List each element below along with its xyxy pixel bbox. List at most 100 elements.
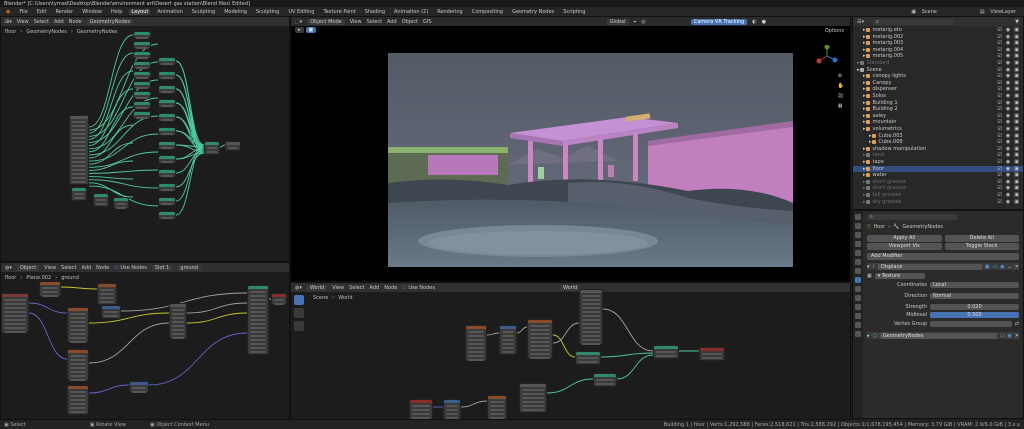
checkbox-icon[interactable]: ☑: [997, 126, 1001, 132]
proportional-edit-icon[interactable]: ◎: [641, 19, 645, 25]
node[interactable]: [225, 141, 241, 151]
viewlayer-selector[interactable]: ▤ ViewLayer: [976, 9, 1020, 15]
data-tab-icon[interactable]: [855, 313, 861, 319]
node[interactable]: [93, 193, 109, 207]
node[interactable]: [67, 349, 89, 381]
particles-tab-icon[interactable]: [855, 286, 861, 292]
strength-field[interactable]: 0.020: [930, 303, 1019, 310]
eye-icon[interactable]: ◉: [1006, 40, 1010, 46]
menu-render[interactable]: Render: [53, 9, 75, 15]
vp-menu-add[interactable]: Add: [387, 19, 397, 25]
node[interactable]: [158, 211, 176, 220]
checkbox-icon[interactable]: ☑: [997, 185, 1001, 191]
checkbox-icon[interactable]: ☑: [997, 86, 1001, 92]
shading-icon[interactable]: ●: [762, 19, 766, 25]
camera-icon[interactable]: ▣: [1014, 185, 1019, 191]
invert-icon[interactable]: ⇄: [1015, 321, 1019, 327]
perspective-icon[interactable]: ▦: [838, 103, 844, 109]
3d-viewport[interactable]: ⬚▾ Object Mode View Select Add Object GI…: [290, 16, 851, 282]
filter-icon[interactable]: ▼: [1015, 19, 1019, 25]
props-search-input[interactable]: ⌕: [867, 213, 957, 220]
edit-mode-icon[interactable]: ▣: [985, 264, 990, 270]
scene-selector[interactable]: ▣ Scene: [907, 9, 941, 15]
midlevel-field[interactable]: 0.500: [930, 311, 1019, 318]
checkbox-icon[interactable]: ☑: [997, 93, 1001, 99]
eye-icon[interactable]: ◉: [1006, 159, 1010, 165]
node[interactable]: [133, 41, 151, 49]
tab-texture-paint[interactable]: Texture Paint: [321, 9, 357, 15]
node[interactable]: [204, 141, 220, 155]
camera-icon[interactable]: ▣: [1014, 152, 1019, 158]
outliner-search-input[interactable]: ⌕: [873, 18, 953, 25]
outliner-item[interactable]: ▸ tall grasses ☑ ◉ ▣: [853, 192, 1023, 198]
node[interactable]: [158, 99, 176, 108]
checkbox-icon[interactable]: ☑: [997, 179, 1001, 185]
eye-icon[interactable]: ◉: [1006, 166, 1010, 172]
node[interactable]: [575, 351, 601, 365]
zoom-icon[interactable]: ⊕: [838, 73, 844, 79]
eye-icon[interactable]: ◉: [1006, 192, 1010, 198]
outliner-item[interactable]: ▸ Building 2 ☑ ◉ ▣: [853, 106, 1023, 112]
node[interactable]: [133, 101, 151, 109]
checkbox-icon[interactable]: ☑: [997, 47, 1001, 53]
tab-shading[interactable]: Shading: [363, 9, 387, 15]
menu-help[interactable]: Help: [109, 9, 124, 15]
outliner-item[interactable]: ▸ Building 1 ☑ ◉ ▣: [853, 100, 1023, 106]
camera-icon[interactable]: ▣: [1014, 86, 1019, 92]
camera-icon[interactable]: ▣: [1014, 73, 1019, 79]
camera-icon[interactable]: ▣: [1014, 47, 1019, 53]
node[interactable]: [133, 91, 151, 99]
eye-icon[interactable]: ◉: [1006, 172, 1010, 178]
menu-window[interactable]: Window: [80, 9, 104, 15]
outliner-item[interactable]: ▸ Solos ☑ ◉ ▣: [853, 93, 1023, 99]
node[interactable]: [158, 85, 176, 94]
select-mode-icon[interactable]: ▣: [305, 27, 317, 33]
node[interactable]: [169, 303, 187, 339]
collapse-arrow-icon[interactable]: ▸: [867, 333, 870, 339]
eye-icon[interactable]: ◉: [1006, 34, 1010, 40]
camera-icon[interactable]: ▣: [1014, 146, 1019, 152]
tab-uv-editing[interactable]: UV Editing: [286, 9, 316, 15]
navigation-gizmo[interactable]: [816, 45, 838, 67]
node[interactable]: [133, 61, 151, 69]
node[interactable]: [101, 305, 121, 319]
node[interactable]: [158, 183, 176, 192]
tool-tab-icon[interactable]: [855, 214, 861, 220]
checkbox-icon[interactable]: ☑: [997, 146, 1001, 152]
world-tab-icon[interactable]: [855, 259, 861, 265]
outliner-item[interactable]: ▸ metarig.002 ☑ ◉ ▣: [853, 34, 1023, 40]
outliner-item[interactable]: ▸ dry grasses ☑ ◉ ▣: [853, 199, 1023, 205]
render-tab-icon[interactable]: [855, 223, 861, 229]
outliner-item[interactable]: ▸ short grasses ☑ ◉ ▣: [853, 179, 1023, 185]
node[interactable]: [71, 187, 87, 201]
checkbox-icon[interactable]: ☑: [997, 100, 1001, 106]
checkbox-icon[interactable]: ☑: [997, 53, 1001, 59]
eye-icon[interactable]: ◉: [1006, 146, 1010, 152]
add-modifier-button[interactable]: Add Modifier: [867, 253, 1019, 260]
camera-icon[interactable]: ▣: [1014, 106, 1019, 112]
node[interactable]: [247, 285, 269, 355]
node[interactable]: [69, 115, 89, 185]
camera-icon[interactable]: ▣: [1014, 100, 1019, 106]
physics-tab-icon[interactable]: [855, 295, 861, 301]
node[interactable]: [499, 325, 517, 355]
checkbox-icon[interactable]: ☑: [997, 106, 1001, 112]
blender-logo-icon[interactable]: ◉: [4, 9, 12, 15]
camera-icon[interactable]: ▣: [1014, 80, 1019, 86]
camera-icon[interactable]: ▣: [1014, 172, 1019, 178]
outliner-item[interactable]: ▸ metarig.eto ☑ ◉ ▣: [853, 27, 1023, 33]
node[interactable]: [465, 325, 487, 361]
material-tab-icon[interactable]: [855, 322, 861, 328]
checkbox-icon[interactable]: ☑: [997, 139, 1001, 145]
outliner-item[interactable]: ▸ water ☑ ◉ ▣: [853, 172, 1023, 178]
texture-field[interactable]: ▾ Texture: [874, 272, 925, 279]
checkbox-icon[interactable]: ☑: [997, 34, 1001, 40]
eye-icon[interactable]: ◉: [1006, 199, 1010, 205]
vp-menu-gis[interactable]: GIS: [423, 19, 432, 25]
outliner-item[interactable]: ▸ floor ☑ ◉ ▣: [853, 165, 1023, 172]
vp-menu-object[interactable]: Object: [402, 19, 418, 25]
outliner-item[interactable]: ▸ Standard ☑ ◉ ▣: [853, 60, 1023, 66]
checkbox-icon[interactable]: ☑: [997, 60, 1001, 66]
eye-icon[interactable]: ◉: [1006, 47, 1010, 53]
node[interactable]: [129, 381, 149, 393]
